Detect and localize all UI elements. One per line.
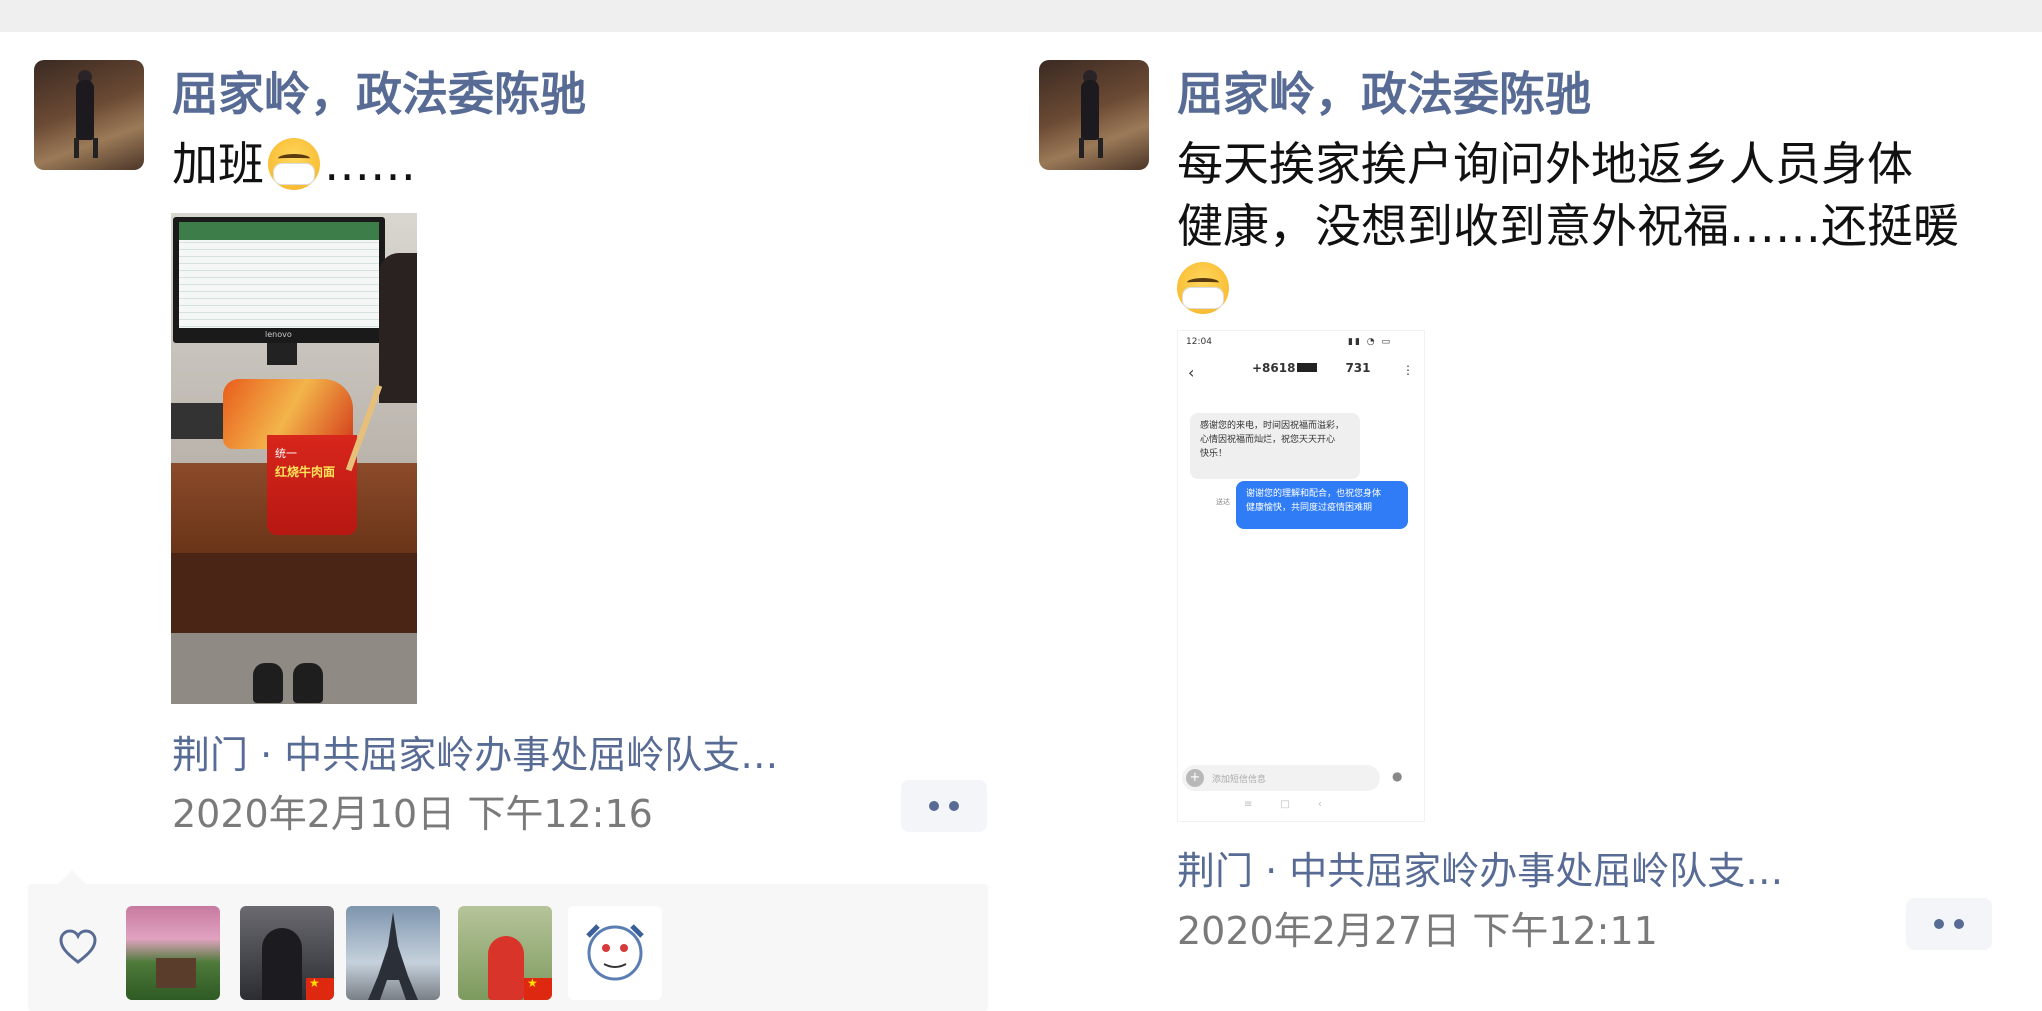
photo-noodle-cup: 统一 红烧牛肉面 [267,435,357,535]
post-text-line: 每天挨家挨户询问外地返乡人员身体 [1177,137,1913,191]
post-screenshot[interactable]: 12:04 ▮▮ ◔ ▭ ‹ +8618 731 ⋮ 感谢您的来电，时间因祝福而溢… [1177,330,1425,822]
post-time: 2020年2月27日 下午12:11 [1177,909,1658,953]
incoming-line: 快乐！ [1200,449,1228,459]
mask-face-emoji-icon [268,138,320,190]
mask-face-emoji-icon [1177,262,1229,314]
more-dot-icon [1954,919,1964,929]
post-location[interactable]: 荆门 · 中共屈家岭办事处屈岭队支… [172,724,778,779]
post-text-emoji [1177,258,1233,318]
author-name[interactable]: 屈家岭，政法委陈驰 [172,58,586,124]
more-dot-icon [949,801,959,811]
avatar-figure-legs [1079,138,1103,158]
phone-status-icons: ▮▮ ◔ ▭ [1348,337,1392,347]
phone-add-icon: + [1186,769,1204,787]
heart-icon [59,929,97,964]
liker-avatar-child [488,936,524,1000]
outgoing-message: 谢谢您的理解和配合，也祝您身体 健康愉快，共同度过疫情困难期 [1236,481,1408,529]
phone-input-placeholder: 添加短信信息 [1212,775,1267,785]
cartoon-avatar-icon [586,924,644,981]
phone-more-icon: ⋮ [1402,363,1414,377]
photo-person [379,253,417,403]
post-location[interactable]: 荆门 · 中共屈家岭办事处屈岭队支… [1177,840,1783,895]
likes-panel [28,884,988,1011]
liker-avatar[interactable] [458,906,552,1000]
incoming-message: 感谢您的来电，时间因祝福而溢彩， 心情因祝福而灿烂，祝您天天开心 快乐！ [1190,413,1360,479]
more-actions-button[interactable] [901,780,987,832]
more-actions-button[interactable] [1906,898,1992,950]
phone-contact-redaction [1297,363,1318,372]
liker-avatar[interactable] [346,906,440,1000]
photo-shoe [253,663,283,703]
eiffel-tower-icon [368,912,418,1000]
photo-monitor-stand [267,343,297,365]
top-bar [0,0,2042,32]
phone-contact-number: +8618 [1252,361,1296,375]
phone-input-bar: + 添加短信信息 [1182,765,1380,791]
outgoing-line: 谢谢您的理解和配合，也祝您身体 [1246,489,1382,499]
avatar[interactable] [34,60,144,170]
author-name[interactable]: 屈家岭，政法委陈驰 [1177,58,1591,124]
photo-monitor: lenovo [173,217,385,343]
post-photo[interactable]: lenovo 统一 红烧牛肉面 [171,213,417,704]
post-text-part: 加班 [172,137,264,191]
phone-nav-icons: ≡□‹ [1244,799,1350,810]
photo-desk-front [171,553,417,633]
liker-avatar[interactable] [568,906,662,1000]
phone-back-icon: ‹ [1188,363,1195,382]
outgoing-line: 健康愉快，共同度过疫情困难期 [1246,503,1373,513]
avatar-figure [76,80,94,140]
post-text-part: …… [324,137,416,191]
read-label: 送达 [1216,498,1230,506]
photo-cup-text: 红烧牛肉面 [275,465,336,479]
incoming-line: 心情因祝福而灿烂，祝您天天开心 [1200,435,1336,445]
post-time: 2020年2月10日 下午12:16 [172,792,653,836]
more-dot-icon [1934,919,1944,929]
likes-arrow [58,870,86,884]
more-dot-icon [929,801,939,811]
phone-contact-suffix: 731 [1345,361,1371,375]
liker-avatar[interactable] [240,906,334,1000]
phone-status-time: 12:04 [1186,337,1212,347]
avatar-figure-legs [74,138,98,158]
liker-avatar-people [262,928,302,1000]
photo-cup-brand: 统一 [275,447,297,460]
photo-monitor-brand: lenovo [265,330,292,339]
china-flag-icon [524,976,552,1000]
incoming-line: 感谢您的来电，时间因祝福而溢彩， [1200,421,1345,431]
avatar[interactable] [1039,60,1149,170]
post-text-line: 健康，没想到收到意外祝福……还挺暖 [1177,199,1959,253]
photo-shoe [293,663,323,703]
liker-avatar-house [156,958,196,988]
china-flag-icon [306,976,334,1000]
liker-avatar[interactable] [126,906,220,1000]
post-text: 加班 …… [172,134,416,194]
phone-contact: +8618 731 [1252,361,1371,375]
avatar-figure [1081,80,1099,140]
phone-mic-icon: ● [1392,769,1403,783]
photo-monitor-toolbar [179,222,379,240]
